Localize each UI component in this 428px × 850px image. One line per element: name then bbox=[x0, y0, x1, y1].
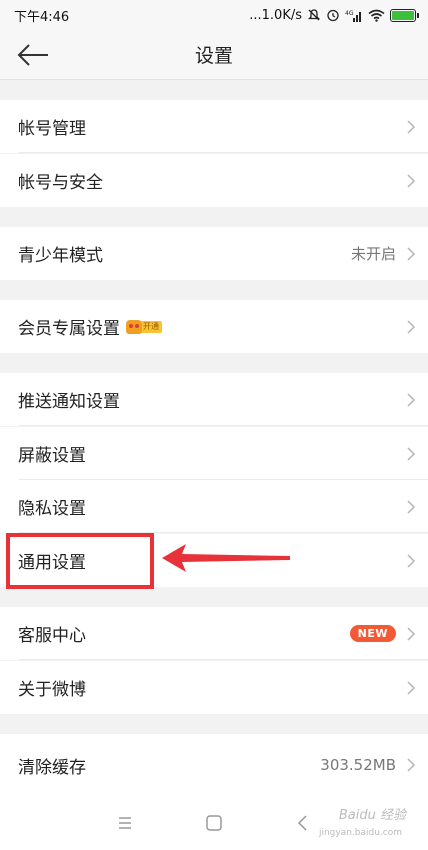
cache-size: 303.52MB bbox=[320, 756, 396, 774]
new-badge: NEW bbox=[349, 625, 396, 642]
alarm-icon bbox=[327, 9, 339, 22]
watermark-url: jingyan.baidu.com bbox=[318, 828, 402, 838]
menu-icon[interactable] bbox=[115, 814, 135, 832]
vip-badge-text: 开通 bbox=[140, 320, 162, 333]
settings-item-label: 清除缓存 bbox=[18, 757, 86, 778]
chevron-right-icon bbox=[407, 173, 416, 188]
vip-crown-icon bbox=[126, 319, 142, 334]
back-icon[interactable] bbox=[293, 814, 313, 832]
chevron-right-icon bbox=[407, 446, 416, 461]
svg-text:4G: 4G bbox=[345, 10, 354, 17]
settings-item-label: 帐号与安全 bbox=[18, 173, 103, 193]
settings-item-label: 屏蔽设置 bbox=[18, 446, 86, 466]
wifi-icon bbox=[368, 9, 385, 22]
status-icons: ...1.0K/s 4G bbox=[249, 7, 419, 23]
highlight-box bbox=[6, 533, 154, 589]
teen-mode-status: 未开启 bbox=[350, 245, 396, 263]
settings-item-account-security[interactable]: 帐号与安全 bbox=[0, 154, 428, 207]
settings-item-customer-service[interactable]: 客服中心 NEW bbox=[0, 607, 428, 660]
signal-icon: 4G bbox=[345, 10, 361, 22]
settings-item-about[interactable]: 关于微博 bbox=[0, 661, 428, 714]
settings-item-privacy[interactable]: 隐私设置 bbox=[0, 480, 428, 533]
settings-item-vip[interactable]: 会员专属设置 开通 bbox=[0, 300, 428, 353]
status-bar: 下午4:46 ...1.0K/s 4G bbox=[0, 0, 428, 30]
chevron-right-icon bbox=[407, 246, 416, 261]
network-speed: ...1.0K/s bbox=[249, 7, 302, 23]
settings-item-label: 青少年模式 bbox=[18, 246, 103, 266]
chevron-right-icon bbox=[407, 499, 416, 514]
settings-item-block[interactable]: 屏蔽设置 bbox=[0, 427, 428, 480]
settings-item-label: 帐号管理 bbox=[18, 119, 86, 139]
settings-item-teen-mode[interactable]: 青少年模式 未开启 bbox=[0, 227, 428, 280]
watermark-brand: Baidu 经验 bbox=[338, 808, 406, 823]
settings-item-account-manage[interactable]: 帐号管理 bbox=[0, 100, 428, 153]
settings-item-label: 隐私设置 bbox=[18, 499, 86, 519]
vip-badge: 开通 bbox=[126, 319, 162, 335]
battery-icon bbox=[390, 8, 419, 22]
page-title: 设置 bbox=[194, 45, 233, 67]
settings-item-label: 会员专属设置 bbox=[18, 319, 120, 339]
settings-item-clear-cache[interactable]: 清除缓存 303.52MB bbox=[0, 734, 428, 796]
home-icon[interactable] bbox=[204, 814, 224, 832]
mute-icon bbox=[307, 9, 321, 21]
settings-item-label: 关于微博 bbox=[18, 680, 86, 700]
annotation-arrow-icon bbox=[162, 544, 290, 572]
chevron-right-icon bbox=[407, 626, 416, 641]
settings-item-label: 客服中心 bbox=[18, 626, 86, 646]
chevron-right-icon bbox=[407, 119, 416, 134]
chevron-right-icon bbox=[407, 392, 416, 407]
chevron-right-icon bbox=[407, 553, 416, 568]
settings-item-label: 推送通知设置 bbox=[18, 392, 120, 412]
settings-item-push[interactable]: 推送通知设置 bbox=[0, 373, 428, 426]
status-time: 下午4:46 bbox=[14, 9, 70, 25]
chevron-right-icon bbox=[407, 758, 416, 772]
chevron-right-icon bbox=[407, 319, 416, 334]
chevron-right-icon bbox=[407, 680, 416, 695]
back-arrow-icon[interactable] bbox=[16, 42, 50, 68]
header-bar: 设置 bbox=[0, 30, 428, 80]
